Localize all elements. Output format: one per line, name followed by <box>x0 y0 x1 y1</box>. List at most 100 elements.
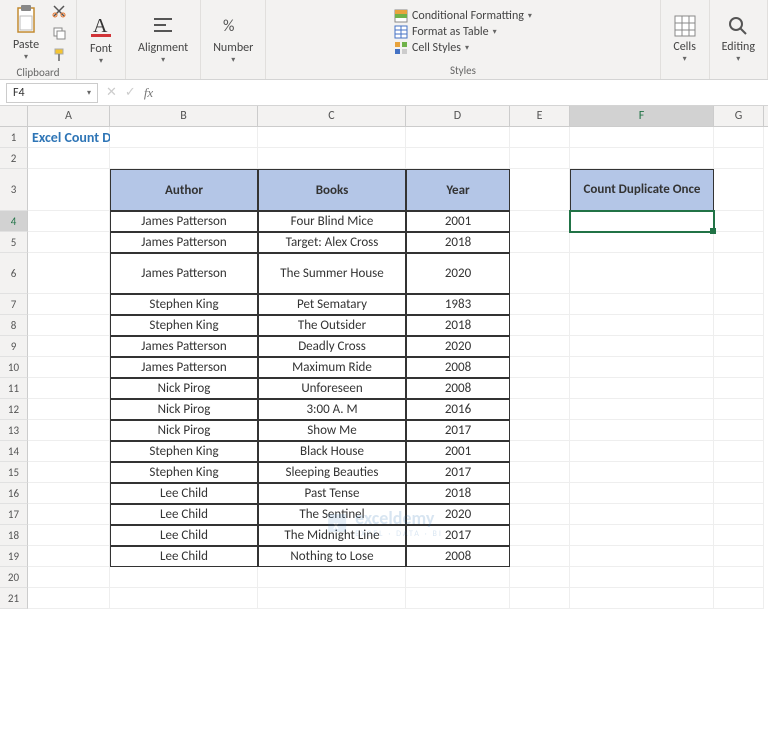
cell-year-18[interactable]: 2017 <box>406 525 510 546</box>
cell-A12[interactable] <box>28 399 110 420</box>
cell-F6[interactable] <box>570 253 714 294</box>
column-header-F[interactable]: F <box>570 106 714 126</box>
cell-F18[interactable] <box>570 525 714 546</box>
cell-G15[interactable] <box>714 462 764 483</box>
cell-A16[interactable] <box>28 483 110 504</box>
paste-button[interactable]: Paste ▾ <box>8 2 44 64</box>
cut-icon[interactable] <box>50 2 68 20</box>
cell-author-19[interactable]: Lee Child <box>110 546 258 567</box>
cell-E18[interactable] <box>510 525 570 546</box>
cell-B2[interactable] <box>110 148 258 169</box>
header-author[interactable]: Author <box>110 169 258 211</box>
row-header-12[interactable]: 12 <box>0 399 28 420</box>
cell-G12[interactable] <box>714 399 764 420</box>
cell-G4[interactable] <box>714 211 764 232</box>
row-header-8[interactable]: 8 <box>0 315 28 336</box>
cell-A4[interactable] <box>28 211 110 232</box>
cell-F17[interactable] <box>570 504 714 525</box>
cell-F20[interactable] <box>570 567 714 588</box>
row-header-11[interactable]: 11 <box>0 378 28 399</box>
cell-G5[interactable] <box>714 232 764 253</box>
cell-A8[interactable] <box>28 315 110 336</box>
cell-E1[interactable] <box>510 127 570 148</box>
cell-G3[interactable] <box>714 169 764 211</box>
cell-A3[interactable] <box>28 169 110 211</box>
cell-book-11[interactable]: Unforeseen <box>258 378 406 399</box>
row-header-4[interactable]: 4 <box>0 211 28 232</box>
cell-G21[interactable] <box>714 588 764 609</box>
row-header-10[interactable]: 10 <box>0 357 28 378</box>
cell-book-19[interactable]: Nothing to Lose <box>258 546 406 567</box>
cancel-icon[interactable]: ✕ <box>106 85 117 100</box>
cell-E12[interactable] <box>510 399 570 420</box>
cell-F13[interactable] <box>570 420 714 441</box>
cell-year-7[interactable]: 1983 <box>406 294 510 315</box>
row-header-2[interactable]: 2 <box>0 148 28 169</box>
font-button[interactable]: A Font ▾ <box>85 10 117 68</box>
cell-year-11[interactable]: 2008 <box>406 378 510 399</box>
cell-A20[interactable] <box>28 567 110 588</box>
cell-F10[interactable] <box>570 357 714 378</box>
cell-author-17[interactable]: Lee Child <box>110 504 258 525</box>
cell-A14[interactable] <box>28 441 110 462</box>
cell-year-17[interactable]: 2020 <box>406 504 510 525</box>
row-header-6[interactable]: 6 <box>0 253 28 294</box>
cell-A1[interactable]: Excel Count Duplicate Values Only Once <box>28 127 110 148</box>
cell-F2[interactable] <box>570 148 714 169</box>
row-header-14[interactable]: 14 <box>0 441 28 462</box>
cell-E6[interactable] <box>510 253 570 294</box>
cell-year-10[interactable]: 2008 <box>406 357 510 378</box>
cell-year-12[interactable]: 2016 <box>406 399 510 420</box>
cell-book-13[interactable]: Show Me <box>258 420 406 441</box>
cell-book-7[interactable]: Pet Sematary <box>258 294 406 315</box>
cell-E7[interactable] <box>510 294 570 315</box>
cell-E15[interactable] <box>510 462 570 483</box>
header-year[interactable]: Year <box>406 169 510 211</box>
cell-book-16[interactable]: Past Tense <box>258 483 406 504</box>
cell-F4[interactable] <box>570 211 714 232</box>
cell-F11[interactable] <box>570 378 714 399</box>
cell-E14[interactable] <box>510 441 570 462</box>
cell-E2[interactable] <box>510 148 570 169</box>
column-header-D[interactable]: D <box>406 106 510 126</box>
row-header-21[interactable]: 21 <box>0 588 28 609</box>
cell-author-15[interactable]: Stephen King <box>110 462 258 483</box>
cell-A7[interactable] <box>28 294 110 315</box>
cell-year-9[interactable]: 2020 <box>406 336 510 357</box>
cell-E11[interactable] <box>510 378 570 399</box>
cell-F9[interactable] <box>570 336 714 357</box>
column-header-B[interactable]: B <box>110 106 258 126</box>
cell-G18[interactable] <box>714 525 764 546</box>
cell-C21[interactable] <box>258 588 406 609</box>
formula-input[interactable] <box>161 84 768 102</box>
cell-book-15[interactable]: Sleeping Beauties <box>258 462 406 483</box>
cell-G13[interactable] <box>714 420 764 441</box>
cell-year-15[interactable]: 2017 <box>406 462 510 483</box>
header-books[interactable]: Books <box>258 169 406 211</box>
row-header-3[interactable]: 3 <box>0 169 28 211</box>
cell-book-18[interactable]: The Midnight Line <box>258 525 406 546</box>
cell-year-19[interactable]: 2008 <box>406 546 510 567</box>
cell-styles-button[interactable]: Cell Styles▾ <box>394 41 532 55</box>
column-header-G[interactable]: G <box>714 106 764 126</box>
cell-D21[interactable] <box>406 588 510 609</box>
cell-E21[interactable] <box>510 588 570 609</box>
cell-author-9[interactable]: James Patterson <box>110 336 258 357</box>
row-header-17[interactable]: 17 <box>0 504 28 525</box>
cell-author-12[interactable]: Nick Pirog <box>110 399 258 420</box>
cell-D2[interactable] <box>406 148 510 169</box>
cell-A9[interactable] <box>28 336 110 357</box>
cell-B20[interactable] <box>110 567 258 588</box>
cell-author-4[interactable]: James Patterson <box>110 211 258 232</box>
count-duplicate-label[interactable]: Count Duplicate Once <box>570 169 714 211</box>
cell-G6[interactable] <box>714 253 764 294</box>
copy-icon[interactable] <box>50 24 68 42</box>
cell-C20[interactable] <box>258 567 406 588</box>
cell-F16[interactable] <box>570 483 714 504</box>
cell-F1[interactable] <box>570 127 714 148</box>
cell-E4[interactable] <box>510 211 570 232</box>
cell-F14[interactable] <box>570 441 714 462</box>
cell-G17[interactable] <box>714 504 764 525</box>
row-header-7[interactable]: 7 <box>0 294 28 315</box>
number-button[interactable]: % Number ▾ <box>209 11 257 67</box>
